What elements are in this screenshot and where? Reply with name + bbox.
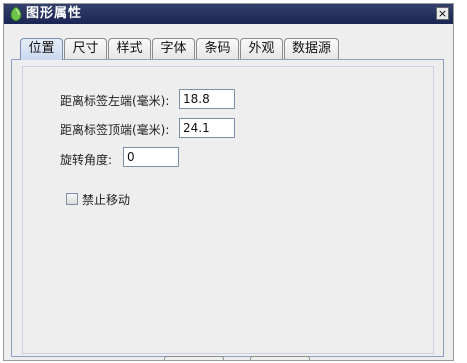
tab-label: 外观 bbox=[248, 41, 275, 56]
title-bar[interactable]: 图形属性 × bbox=[4, 4, 453, 24]
tab-label: 字体 bbox=[160, 41, 187, 56]
tab-style[interactable]: 样式 bbox=[108, 38, 151, 59]
tab-label: 尺寸 bbox=[72, 41, 99, 56]
rotation-angle-input[interactable] bbox=[123, 147, 179, 167]
rotation-angle-label: 旋转角度: bbox=[60, 153, 113, 167]
close-button[interactable]: × bbox=[436, 7, 449, 20]
tab-label: 条码 bbox=[204, 41, 231, 56]
lock-move-checkbox[interactable] bbox=[66, 193, 78, 205]
window-title: 图形属性 bbox=[26, 6, 83, 21]
tab-content-panel: 距离标签左端(毫米): 距离标签顶端(毫米): 旋转角度: 禁止移动 bbox=[11, 59, 444, 357]
top-distance-input[interactable] bbox=[179, 118, 235, 138]
panel-inner-border bbox=[22, 66, 434, 354]
tab-label: 数据源 bbox=[291, 41, 331, 56]
ok-button[interactable] bbox=[164, 356, 224, 360]
left-distance-label: 距离标签左端(毫米): bbox=[60, 94, 170, 108]
cancel-button[interactable] bbox=[250, 356, 310, 360]
lock-move-label[interactable]: 禁止移动 bbox=[82, 191, 130, 208]
tab-datasource[interactable]: 数据源 bbox=[284, 38, 339, 59]
property-dialog: 图形属性 × 位置 尺寸 样式 字体 条码 外观 数据源 距离标签左端(毫米):… bbox=[3, 3, 454, 361]
tab-position[interactable]: 位置 bbox=[20, 38, 63, 60]
tab-font[interactable]: 字体 bbox=[152, 38, 195, 59]
app-icon bbox=[10, 7, 22, 21]
top-distance-label: 距离标签顶端(毫米): bbox=[60, 123, 170, 137]
tab-barcode[interactable]: 条码 bbox=[196, 38, 239, 59]
tab-label: 样式 bbox=[116, 41, 143, 56]
tab-label: 位置 bbox=[28, 41, 55, 56]
close-icon: × bbox=[437, 7, 448, 20]
tab-size[interactable]: 尺寸 bbox=[64, 38, 107, 59]
tab-appearance[interactable]: 外观 bbox=[240, 38, 283, 59]
left-distance-input[interactable] bbox=[179, 89, 235, 109]
